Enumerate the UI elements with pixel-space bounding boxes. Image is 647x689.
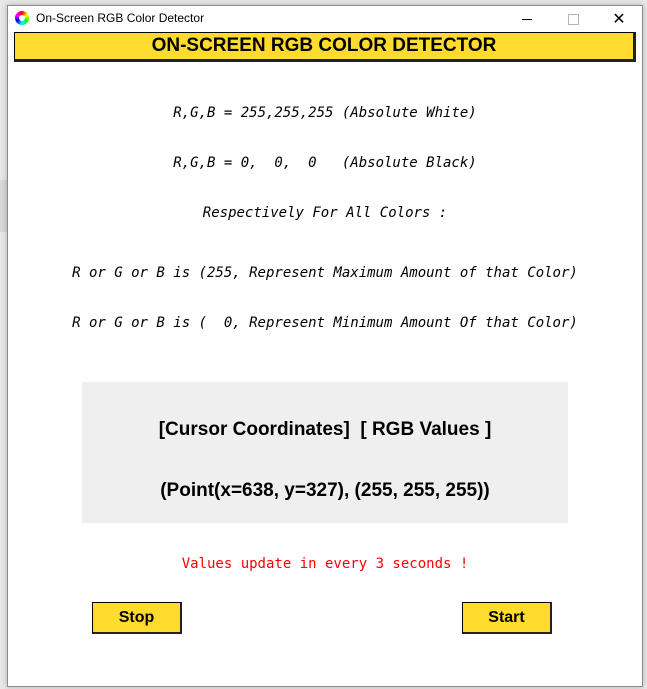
minimize-button[interactable] (504, 6, 550, 32)
max-amount-text: R or G or B is (255, Represent Maximum A… (72, 265, 578, 281)
color-wheel-icon (15, 11, 29, 25)
readout-panel: [Cursor Coordinates] [ RGB Values ] (Poi… (82, 382, 568, 523)
readout-value: (Point(x=638, y=327), (255, 255, 255)) (160, 480, 490, 501)
stop-button[interactable]: Stop (92, 602, 182, 634)
update-interval-note: Values update in every 3 seconds ! (181, 556, 469, 572)
app-window: On-Screen RGB Color Detector ✕ ON-SCREEN… (7, 5, 643, 687)
window-title: On-Screen RGB Color Detector (36, 11, 205, 25)
readout-header: [Cursor Coordinates] [ RGB Values ] (158, 419, 492, 440)
maximize-icon (567, 13, 579, 25)
start-button[interactable]: Start (462, 602, 552, 634)
maximize-button[interactable] (550, 6, 596, 32)
app-heading-banner: ON-SCREEN RGB COLOR DETECTOR (14, 32, 636, 62)
black-definition-text: R,G,B = 0, 0, 0 (Absolute Black) (173, 155, 477, 171)
close-icon: ✕ (612, 9, 626, 28)
minimize-icon (522, 18, 532, 20)
respectively-text: Respectively For All Colors : (202, 205, 448, 221)
min-amount-text: R or G or B is ( 0, Represent Minimum Am… (72, 315, 578, 331)
close-button[interactable]: ✕ (596, 6, 642, 32)
title-bar[interactable]: On-Screen RGB Color Detector ✕ (8, 6, 642, 32)
white-definition-text: R,G,B = 255,255,255 (Absolute White) (173, 105, 477, 121)
